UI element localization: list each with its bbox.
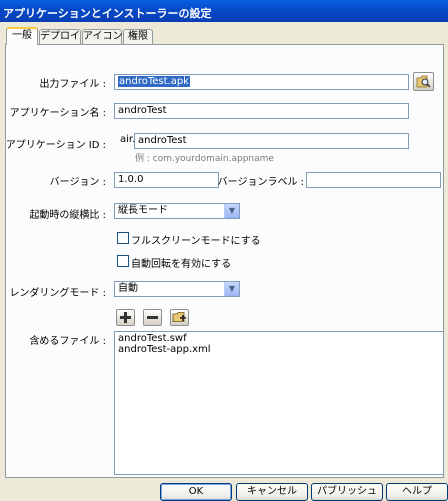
folder-search-icon (416, 75, 431, 88)
app-id-label: アプリケーション ID : (5, 140, 106, 151)
output-file-label: 出力ファイル : (39, 79, 106, 90)
app-id-hint: 例 : com.yourdomain.appname (135, 154, 274, 164)
included-files-label: 含めるファイル : (29, 336, 106, 347)
output-file-value: androTest.apk (118, 76, 190, 87)
aspect-ratio-value: 縦長モード (118, 205, 168, 216)
help-button[interactable]: ヘルプ (386, 483, 448, 501)
dialog-footer: OK キャンセル パブリッシュ ヘルプ (0, 478, 448, 501)
app-id-prefix: air. (120, 134, 136, 145)
tab-permissions[interactable]: 権限 (123, 29, 153, 44)
version-label: バージョン : (49, 177, 106, 188)
chevron-down-icon: ▼ (224, 282, 239, 296)
autorotate-checkbox[interactable] (117, 255, 129, 267)
tab-general[interactable]: 一般 (6, 27, 38, 45)
tab-deploy[interactable]: デプロイ (39, 29, 81, 44)
chevron-down-icon: ▼ (224, 204, 239, 218)
output-file-input[interactable]: androTest.apk (114, 74, 409, 90)
tab-icon[interactable]: アイコン (82, 29, 123, 44)
fullscreen-checkbox[interactable] (117, 232, 129, 244)
settings-panel: 出力ファイル : androTest.apk アプリケーション名 : andro… (5, 44, 444, 478)
cancel-button[interactable]: キャンセル (236, 483, 308, 501)
autorotate-label: 自動回転を有効にする (131, 259, 232, 270)
folder-add-icon (172, 312, 186, 322)
aspect-ratio-label: 起動時の縦横比 : (29, 210, 106, 221)
add-folder-button[interactable] (170, 309, 189, 326)
aspect-ratio-select[interactable]: 縦長モード ▼ (114, 203, 240, 219)
browse-button[interactable] (413, 72, 434, 91)
render-mode-select[interactable]: 自動 ▼ (114, 281, 240, 297)
remove-file-button[interactable] (143, 309, 162, 326)
version-label-input[interactable] (306, 172, 441, 188)
render-mode-value: 自動 (118, 283, 138, 294)
window-title: アプリケーションとインストーラーの設定 (0, 0, 448, 22)
plus-icon (120, 312, 131, 323)
publish-button[interactable]: パブリッシュ (311, 483, 383, 501)
app-name-input[interactable]: androTest (114, 103, 409, 119)
app-name-label: アプリケーション名 : (9, 108, 106, 119)
ok-button[interactable]: OK (160, 483, 232, 501)
minus-icon (147, 316, 158, 319)
app-id-input[interactable]: androTest (134, 133, 409, 149)
add-file-button[interactable] (116, 309, 135, 326)
fullscreen-label: フルスクリーンモードにする (131, 236, 261, 247)
list-item[interactable]: androTest-app.xml (118, 344, 440, 355)
render-mode-label: レンダリングモード : (9, 288, 106, 299)
list-item[interactable]: androTest.swf (118, 333, 440, 344)
version-label-label: バージョンラベル : (217, 177, 304, 188)
version-input[interactable]: 1.0.0 (114, 172, 219, 188)
included-files-list[interactable]: androTest.swf androTest-app.xml (114, 331, 444, 475)
